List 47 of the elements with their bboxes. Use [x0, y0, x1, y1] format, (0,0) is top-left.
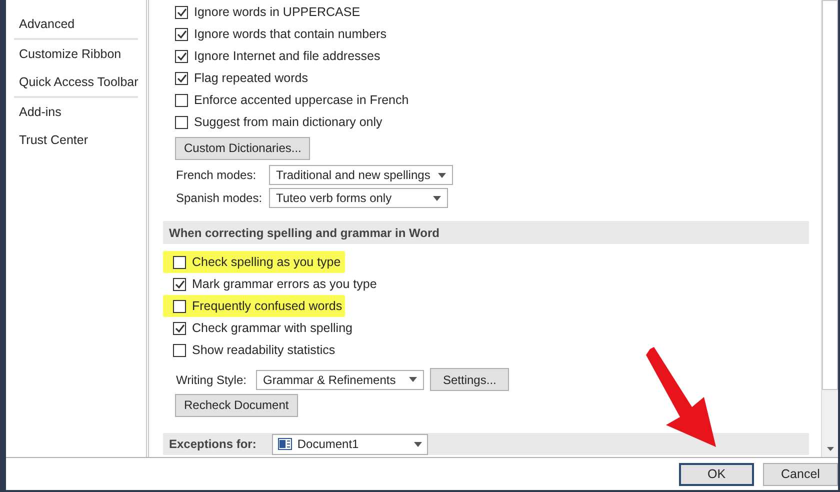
option-label: Show readability statistics	[192, 342, 336, 359]
checkbox[interactable]	[175, 28, 188, 40]
checkbox[interactable]	[173, 322, 186, 334]
settings-button[interactable]: Settings...	[430, 368, 510, 391]
scroll-down-icon[interactable]	[826, 446, 834, 450]
option-label: Check grammar with spelling	[192, 320, 352, 337]
checkbox[interactable]	[175, 50, 188, 62]
option-label: Ignore words in UPPERCASE	[194, 4, 360, 21]
exceptions-label: Exceptions for:	[169, 436, 256, 453]
option-label: Flag repeated words	[194, 70, 308, 87]
option-label: Enforce accented uppercase in French	[194, 92, 409, 109]
checkbox[interactable]	[173, 300, 186, 312]
custom-dictionaries-button[interactable]: Custom Dictionaries...	[175, 136, 310, 160]
writing-style-label: Writing Style:	[176, 372, 248, 388]
checkbox[interactable]	[175, 116, 188, 128]
mode-dropdown[interactable]: Traditional and new spellings	[269, 165, 454, 185]
writing-style-dropdown[interactable]: Grammar & Refinements	[256, 370, 424, 390]
option-label: Mark grammar errors as you type	[192, 276, 377, 293]
option-label: Check spelling as you type	[192, 254, 341, 271]
mode-label: French modes:	[176, 167, 258, 184]
option-label: Frequently confused words	[192, 298, 342, 315]
checkbox[interactable]	[175, 72, 188, 84]
document-dropdown[interactable]: Document1	[272, 434, 428, 454]
section-header: When correcting spelling and grammar in Word	[163, 221, 809, 244]
dropdown-arrow-icon	[433, 196, 441, 200]
option-label: Ignore Internet and file addresses	[194, 48, 380, 65]
sidebar-item[interactable]: Trust Center	[6, 126, 146, 154]
sidebar-item[interactable]: Advanced	[6, 10, 146, 38]
sidebar-item[interactable]: Quick Access Toolbar	[6, 68, 146, 96]
dialog-button[interactable]: OK	[679, 462, 754, 486]
option-label: Ignore words that contain numbers	[194, 26, 386, 43]
mode-dropdown[interactable]: Tuteo verb forms only	[269, 188, 448, 208]
dropdown-arrow-icon	[438, 172, 446, 178]
mode-label: Spanish modes:	[176, 190, 264, 207]
checkbox[interactable]	[173, 344, 186, 356]
checkbox[interactable]	[175, 6, 188, 18]
recheck-document-button[interactable]: Recheck Document	[175, 394, 298, 416]
sidebar-item[interactable]: Customize Ribbon	[6, 40, 146, 68]
dropdown-arrow-icon	[414, 442, 422, 446]
option-label: Suggest from main dictionary only	[194, 114, 382, 131]
sidebar-item[interactable]: Add-ins	[6, 98, 146, 126]
dialog-button[interactable]: Cancel	[763, 462, 838, 486]
checkbox[interactable]	[173, 256, 186, 268]
checkbox[interactable]	[175, 94, 188, 106]
dropdown-arrow-icon	[409, 377, 417, 382]
checkbox[interactable]	[173, 278, 186, 290]
document-icon	[278, 438, 292, 450]
